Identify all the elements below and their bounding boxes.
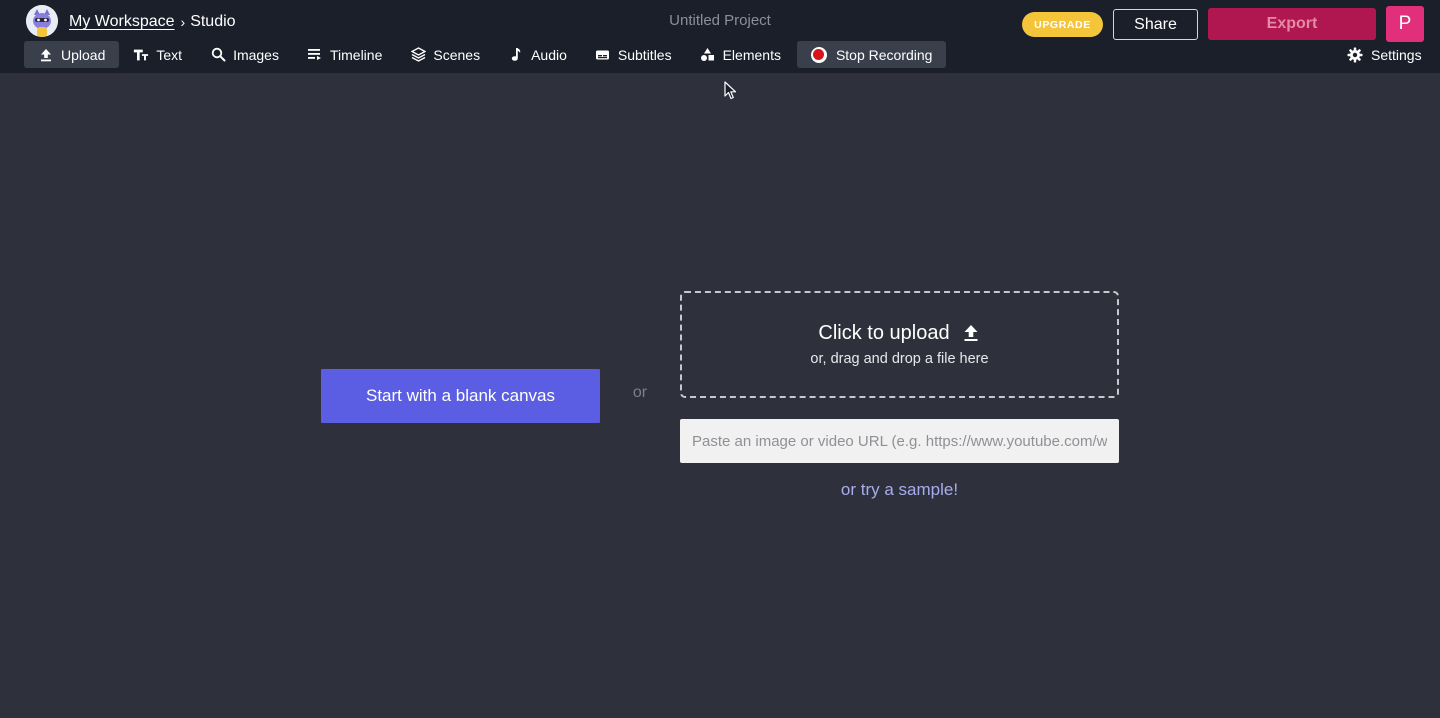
tool-audio[interactable]: Audio [494,41,581,68]
upload-dropzone[interactable]: Click to upload or, drag and drop a file… [680,291,1119,398]
gear-icon [1347,47,1363,63]
tool-elements[interactable]: Elements [686,41,795,68]
user-avatar[interactable]: P [1386,6,1424,42]
editor-toolbar: Upload Text Images Timeline Scenes Audio… [24,41,947,68]
upgrade-button[interactable]: UPGRADE [1022,12,1103,37]
timeline-icon [307,47,323,63]
tool-images[interactable]: Images [196,41,293,68]
tool-label: Elements [722,46,781,63]
dropzone-title-row: Click to upload [682,322,1117,345]
record-icon [810,46,827,63]
cat-mascot-icon [26,5,58,37]
blank-canvas-button[interactable]: Start with a blank canvas [321,369,600,423]
mouse-cursor-icon [724,81,737,100]
share-button[interactable]: Share [1113,9,1198,40]
tool-text[interactable]: Text [119,41,196,68]
layers-icon [410,47,426,63]
or-divider: or [632,384,648,401]
export-button[interactable]: Export [1208,8,1376,40]
url-input[interactable] [680,419,1119,463]
tool-label: Upload [61,46,106,63]
upload-icon [963,324,981,344]
breadcrumb-current: Studio [190,13,236,30]
breadcrumb: My Workspace › Studio [69,12,236,32]
tool-label: Subtitles [617,46,672,63]
dropzone-title: Click to upload [818,322,950,344]
upload-icon [38,47,54,63]
dropzone-subtitle: or, drag and drop a file here [810,351,989,367]
tool-timeline[interactable]: Timeline [293,41,396,68]
breadcrumb-workspace-link[interactable]: My Workspace [69,13,175,31]
shapes-icon [700,47,716,63]
settings-button[interactable]: Settings [1347,46,1422,64]
tool-scenes[interactable]: Scenes [396,41,494,68]
subtitles-icon [595,47,611,63]
tool-label: Timeline [329,46,383,63]
try-sample-link[interactable]: or try a sample! [680,480,1119,500]
music-note-icon [508,47,524,63]
project-title[interactable]: Untitled Project [520,12,920,29]
tool-label: Audio [531,46,567,63]
top-header: My Workspace › Studio Untitled Project U… [0,0,1440,73]
workspace-logo[interactable] [26,5,58,37]
tool-subtitles[interactable]: Subtitles [581,41,686,68]
tool-label: Images [233,46,279,63]
stop-recording-button[interactable]: Stop Recording [796,41,947,68]
settings-label: Settings [1371,47,1422,63]
text-icon [133,47,149,63]
tool-upload[interactable]: Upload [24,41,120,68]
search-icon [210,47,226,63]
tool-label: Scenes [433,46,481,63]
breadcrumb-separator: › [180,14,186,30]
tool-label: Text [156,46,183,63]
stop-recording-label: Stop Recording [835,46,933,63]
